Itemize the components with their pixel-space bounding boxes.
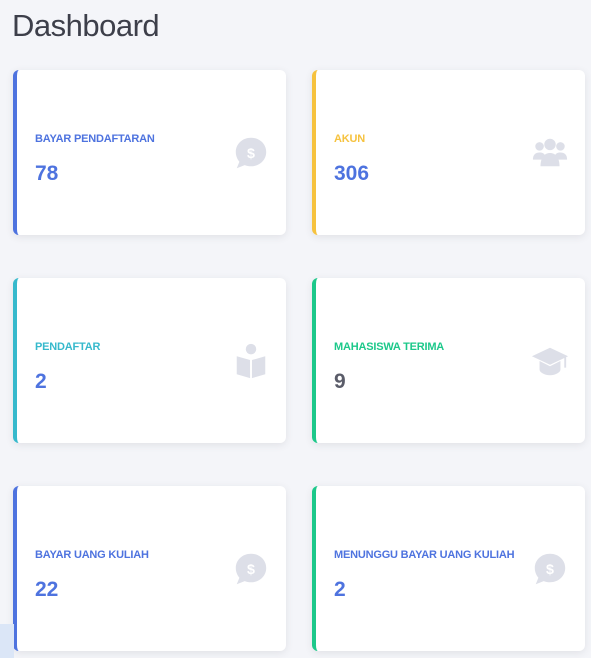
card-pendaftar[interactable]: PENDAFTAR 2 — [13, 278, 286, 443]
card-mahasiswa-terima[interactable]: MAHASISWA TERIMA 9 — [312, 278, 585, 443]
svg-text:$: $ — [247, 562, 255, 578]
dollar-chat-icon: $ — [235, 553, 267, 585]
card-bayar-pendaftaran[interactable]: BAYAR PENDAFTARAN 78 $ — [13, 70, 286, 235]
background-corner-tint — [0, 624, 14, 658]
svg-text:$: $ — [247, 146, 255, 162]
person-book-icon — [236, 343, 266, 379]
card-label: MENUNGGU BAYAR UANG KULIAH — [334, 549, 515, 561]
card-bayar-uang-kuliah[interactable]: BAYAR UANG KULIAH 22 $ — [13, 486, 286, 651]
dollar-chat-icon: $ — [235, 137, 267, 169]
card-label: BAYAR PENDAFTARAN — [35, 133, 155, 145]
card-value: 2 — [35, 370, 47, 393]
card-label: MAHASISWA TERIMA — [334, 341, 445, 353]
card-value: 9 — [334, 370, 346, 393]
card-label: BAYAR UANG KULIAH — [35, 549, 149, 561]
card-value: 306 — [334, 162, 370, 185]
svg-text:$: $ — [546, 562, 554, 578]
card-value: 78 — [35, 162, 59, 185]
page-title: Dashboard — [12, 8, 160, 43]
graduation-cap-icon — [531, 347, 569, 376]
users-icon — [532, 138, 568, 167]
card-label: PENDAFTAR — [35, 341, 101, 353]
card-akun[interactable]: AKUN 306 — [312, 70, 585, 235]
card-value: 2 — [334, 578, 346, 601]
dollar-chat-icon: $ — [534, 553, 566, 585]
card-menunggu-bayar-uang-kuliah[interactable]: MENUNGGU BAYAR UANG KULIAH 2 $ — [312, 486, 585, 651]
card-value: 22 — [35, 578, 59, 601]
card-label: AKUN — [334, 133, 365, 145]
